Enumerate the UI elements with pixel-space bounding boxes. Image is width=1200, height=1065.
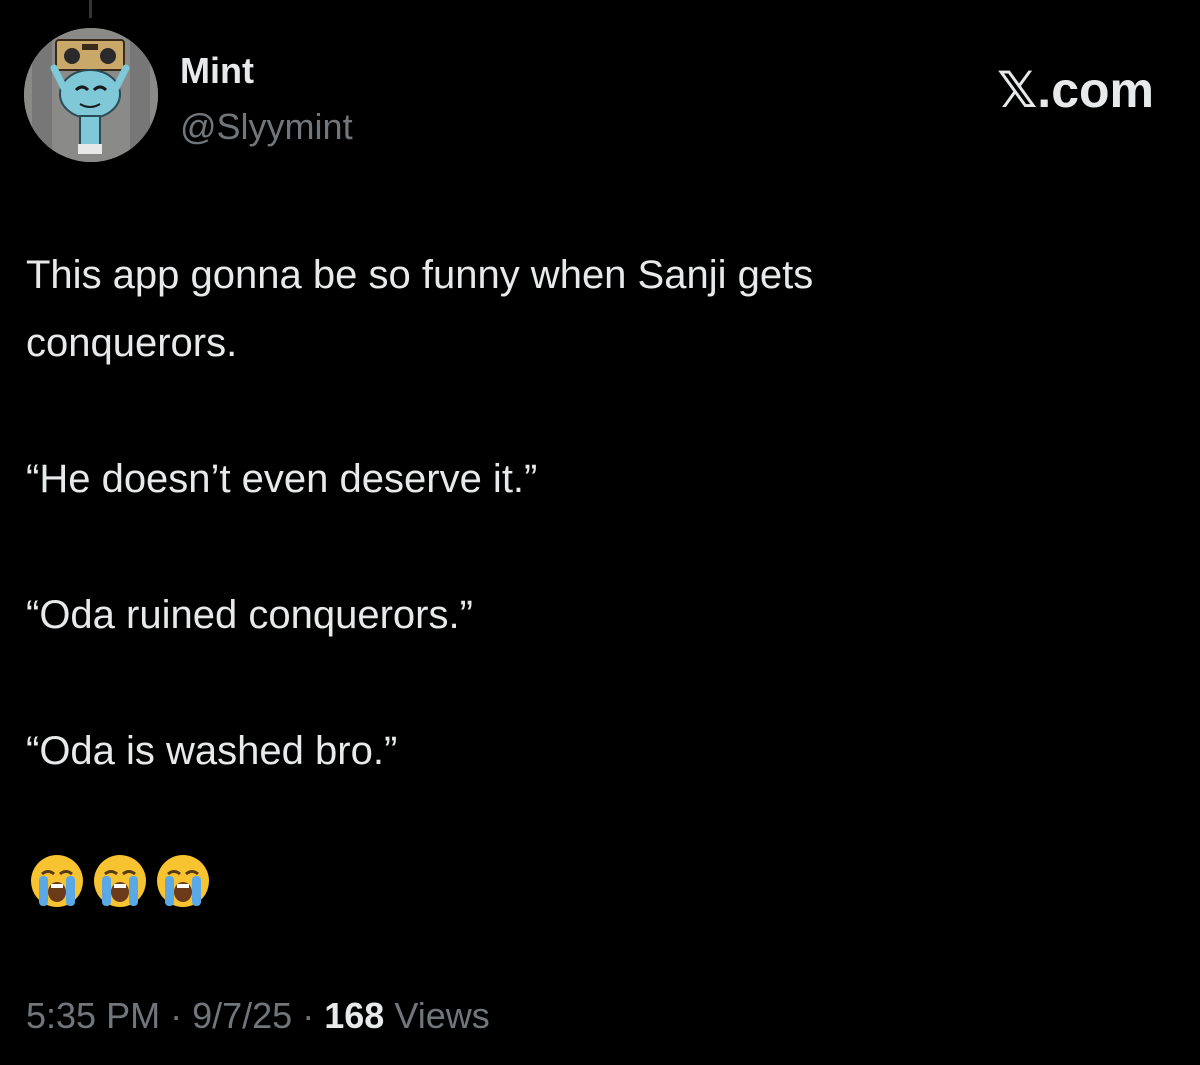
tweet-line: “Oda is washed bro.”: [26, 729, 398, 773]
tweet-line: “Oda ruined conquerors.”: [26, 593, 473, 637]
loudly-crying-face-icon: [94, 855, 146, 907]
loudly-crying-face-icon: [31, 855, 83, 907]
tweet-date[interactable]: 9/7/25: [192, 995, 292, 1036]
tweet-line: “He doesn’t even deserve it.”: [26, 457, 538, 501]
cartoon-character-avatar-icon: [24, 28, 158, 162]
tweet-metadata: 5:35 PM · 9/7/25 · 168 Views: [26, 994, 490, 1038]
views-label: Views: [394, 995, 490, 1036]
separator-dot: ·: [170, 995, 183, 1036]
user-handle[interactable]: @Slyymint: [180, 106, 353, 148]
views-count: 168: [324, 995, 385, 1036]
x-logo-icon: 𝕏: [997, 61, 1038, 119]
tweet-text: This app gonna be so funny when Sanji ge…: [26, 241, 1146, 785]
display-name[interactable]: Mint: [180, 50, 254, 92]
domain-suffix: .com: [1037, 62, 1154, 118]
emoji-row: [30, 854, 210, 908]
separator-dot: ·: [302, 995, 315, 1036]
tweet-line: conquerors.: [26, 321, 238, 365]
tweet-time[interactable]: 5:35 PM: [26, 995, 160, 1036]
x-com-watermark: 𝕏 .com: [997, 62, 1154, 118]
loudly-crying-face-icon: [157, 855, 209, 907]
tweet-line: This app gonna be so funny when Sanji ge…: [26, 253, 814, 297]
thread-connector-line: [89, 0, 92, 18]
avatar[interactable]: [24, 28, 158, 162]
